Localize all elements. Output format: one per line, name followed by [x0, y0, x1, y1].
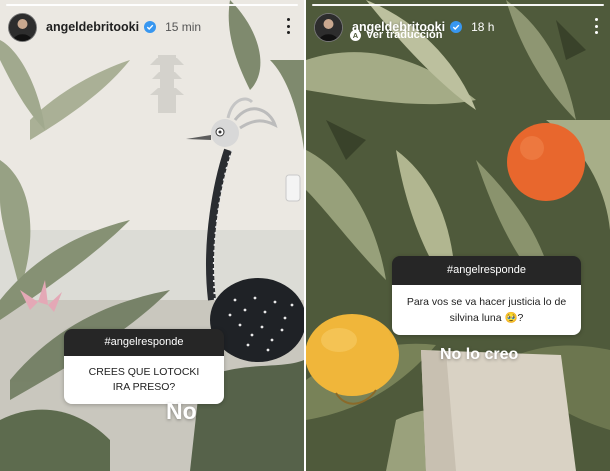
botanical-wallpaper-illustration: [306, 0, 610, 471]
timestamp: 15 min: [165, 20, 202, 34]
question-sticker-tag: #angelresponde: [392, 256, 581, 285]
question-text-line-1: Para vos se va hacer justicia lo de: [406, 296, 567, 308]
question-sticker: #angelresponde CREES QUE LOTOCKI IRA PRE…: [64, 329, 224, 404]
question-sticker: #angelresponde Para vos se va hacer just…: [392, 256, 581, 335]
translate-icon: A: [350, 29, 361, 41]
question-text-line-2: silvina luna 🥹?: [449, 312, 524, 324]
question-sticker-body: CREES QUE LOTOCKI IRA PRESO?: [64, 356, 224, 404]
avatar[interactable]: [314, 12, 343, 42]
question-sticker-tag: #angelresponde: [64, 329, 224, 356]
see-translation-label[interactable]: Ver traducción: [366, 29, 442, 41]
answer-text: No lo creo: [440, 346, 519, 363]
question-sticker-body: Para vos se va hacer justicia lo de silv…: [392, 285, 581, 335]
answer-text: No: [166, 398, 197, 424]
see-translation-link[interactable]: A Ver traducción: [350, 29, 442, 41]
story-comparison: angeldebritooki 15 min #angelresponde CR…: [0, 0, 610, 471]
svg-text:A: A: [353, 31, 359, 40]
question-text-line-1: CREES QUE LOTOCKI: [88, 366, 200, 378]
story-progress-bar: [312, 4, 604, 6]
verified-badge-icon: [144, 21, 157, 33]
more-options-icon[interactable]: [594, 18, 598, 34]
username[interactable]: angeldebritooki: [46, 20, 139, 34]
story-header: angeldebritooki 15 min: [8, 12, 201, 42]
timestamp: 18 h: [471, 20, 495, 34]
avatar[interactable]: [8, 12, 37, 42]
story-progress-bar: [6, 4, 298, 6]
verified-badge-icon: [450, 21, 463, 33]
story-left: angeldebritooki 15 min #angelresponde CR…: [0, 0, 304, 471]
question-text-line-2: IRA PRESO?: [112, 381, 176, 393]
story-right: angeldebritooki 18 h A Ver traducción #a…: [306, 0, 610, 471]
more-options-icon[interactable]: [286, 18, 290, 34]
